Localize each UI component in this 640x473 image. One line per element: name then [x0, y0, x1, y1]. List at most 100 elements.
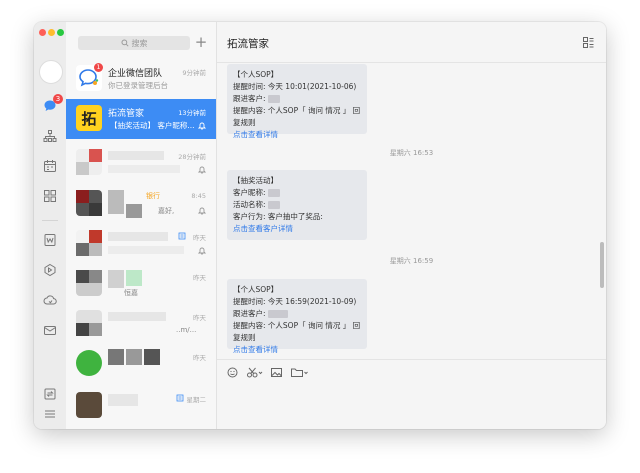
- redacted-preview: [108, 165, 180, 173]
- conversation-preview: 你已登录管理后台: [108, 81, 168, 90]
- redacted-block: [108, 190, 124, 214]
- folder-icon: [291, 368, 308, 377]
- redacted-name: [108, 151, 164, 160]
- contact-avatar: [76, 350, 102, 376]
- wecom-team-avatar: 1: [76, 63, 103, 91]
- contact-avatar: [76, 190, 102, 216]
- message-card: 【个人SOP】 提醒时间: 今天 10:01(2021-10-06) 跟进客户:…: [227, 64, 367, 139]
- workbench-icon[interactable]: [42, 188, 58, 204]
- calendar-icon[interactable]: [42, 158, 58, 174]
- conversation-time: 星期二: [186, 396, 207, 404]
- image-icon: [271, 367, 282, 377]
- conversation-preview: 【抽奖活动】 客户昵称...: [110, 121, 195, 130]
- conversation-item[interactable]: 昨天: [66, 344, 216, 384]
- conversation-time: 9分钟前: [182, 69, 206, 77]
- input-toolbar: [217, 359, 606, 384]
- message-timestamp: 星期六 16:53: [389, 149, 434, 157]
- message-line: 提醒内容: 个人SOP「 询问 情况 」 回复规则: [233, 321, 361, 342]
- conversation-item[interactable]: ..m/... 昨天: [66, 304, 216, 344]
- conversation-name: 拓流管家: [108, 109, 145, 119]
- new-chat-button[interactable]: +: [194, 33, 208, 51]
- contact-avatar: [76, 310, 102, 336]
- doc-tag-icon: [176, 394, 184, 402]
- message-card: 【个人SOP】 提醒时间: 今天 16:59(2021-10-09) 跟进客户:…: [227, 279, 367, 354]
- mute-bell-icon: [198, 166, 206, 174]
- redacted-block: [144, 349, 160, 365]
- redacted-text: [267, 310, 288, 318]
- chat-info-icon[interactable]: [583, 37, 594, 48]
- switch-account-icon[interactable]: [42, 386, 58, 402]
- conversation-item[interactable]: 星期二: [66, 386, 216, 426]
- message-header: 【个人SOP】: [233, 285, 279, 294]
- redacted-preview: [108, 246, 184, 254]
- mute-bell-icon: [198, 247, 206, 255]
- emoji-button[interactable]: [227, 365, 238, 379]
- minimize-window-button[interactable]: [48, 29, 55, 36]
- redacted-block: [108, 349, 124, 365]
- conversation-time: 13分钟前: [178, 109, 206, 117]
- message-input[interactable]: [217, 383, 606, 429]
- screenshot-button[interactable]: [247, 365, 263, 379]
- contact-avatar: [76, 392, 102, 418]
- redacted-block: [126, 204, 142, 218]
- redacted-block: [108, 270, 124, 288]
- conversation-preview-tag: 银行: [146, 192, 160, 200]
- message-line: 客户行为: 客户抽中了奖品:: [233, 212, 323, 221]
- chat-title: 拓流管家: [227, 38, 269, 50]
- contacts-org-icon[interactable]: [42, 128, 58, 144]
- menu-icon[interactable]: [42, 406, 58, 422]
- file-button[interactable]: [291, 365, 309, 379]
- search-input[interactable]: 搜索: [78, 36, 190, 50]
- document-icon[interactable]: [42, 232, 58, 248]
- conversation-item[interactable]: 银行 嘉好, 8:45: [66, 184, 216, 224]
- search-placeholder: 搜索: [131, 38, 148, 48]
- conversation-item[interactable]: 28分钟前: [66, 143, 216, 183]
- view-customer-details-link[interactable]: 点击查看客户详情: [233, 223, 361, 235]
- image-button[interactable]: [271, 365, 282, 379]
- redacted-name: [108, 312, 166, 321]
- scissors-icon: [247, 367, 263, 377]
- conversation-item[interactable]: 1 企业微信团队 你已登录管理后台 9分钟前: [66, 59, 216, 99]
- message-line: 提醒时间: 今天 10:01(2021-10-06): [233, 82, 357, 91]
- conversation-time: 8:45: [191, 192, 206, 200]
- conversation-item[interactable]: 昨天: [66, 224, 216, 264]
- messages-badge: 3: [53, 94, 63, 104]
- contact-avatar: [76, 149, 102, 175]
- message-card: 【抽奖活动】 客户昵称: 活动名称: 客户行为: 客户抽中了奖品: 点击查看客户…: [227, 170, 367, 240]
- message-timestamp: 星期六 16:59: [389, 257, 434, 265]
- mute-bell-icon: [198, 122, 206, 130]
- contact-avatar: [76, 230, 102, 256]
- conversation-item-selected[interactable]: 拓 拓流管家 【抽奖活动】 客户昵称... 13分钟前: [66, 99, 216, 139]
- message-line: 跟进客户:: [233, 94, 266, 103]
- conversation-time: 昨天: [193, 314, 206, 322]
- redacted-text: [267, 201, 280, 209]
- cloud-drive-icon[interactable]: [42, 292, 58, 308]
- icon-rail: 3: [34, 22, 67, 429]
- redacted-name: [108, 232, 168, 241]
- redacted-block: [126, 349, 142, 365]
- view-details-link[interactable]: 点击查看详情: [233, 344, 361, 356]
- chat-scrollbar[interactable]: [600, 242, 604, 288]
- meeting-icon[interactable]: [42, 262, 58, 278]
- search-icon: [120, 39, 129, 47]
- conversation-item[interactable]: 恒嘉 昨天: [66, 264, 216, 304]
- message-line: 跟进客户:: [233, 309, 266, 318]
- conversation-time: 昨天: [193, 274, 206, 282]
- doc-tag-icon: [178, 232, 186, 240]
- conversation-preview: 嘉好,: [158, 207, 175, 215]
- unread-badge: 1: [94, 63, 103, 72]
- message-line: 提醒时间: 今天 16:59(2021-10-09): [233, 297, 357, 306]
- rail-divider: [42, 220, 58, 221]
- message-header: 【抽奖活动】: [233, 176, 278, 185]
- conversation-list: 搜索 + 1 企业微信团队 你已登录管理后台 9分钟前 拓 拓流管家 【抽奖活动…: [66, 22, 217, 429]
- close-window-button[interactable]: [39, 29, 46, 36]
- view-details-link[interactable]: 点击查看详情: [233, 129, 361, 141]
- conversation-preview: ..m/...: [176, 326, 197, 334]
- message-line: 客户昵称:: [233, 188, 266, 197]
- conversation-time: 28分钟前: [178, 153, 206, 161]
- conversation-time: 昨天: [193, 354, 206, 362]
- zoom-window-button[interactable]: [57, 29, 64, 36]
- mail-icon[interactable]: [42, 322, 58, 338]
- user-avatar[interactable]: [39, 60, 63, 84]
- conversation-name: 企业微信团队: [108, 69, 163, 79]
